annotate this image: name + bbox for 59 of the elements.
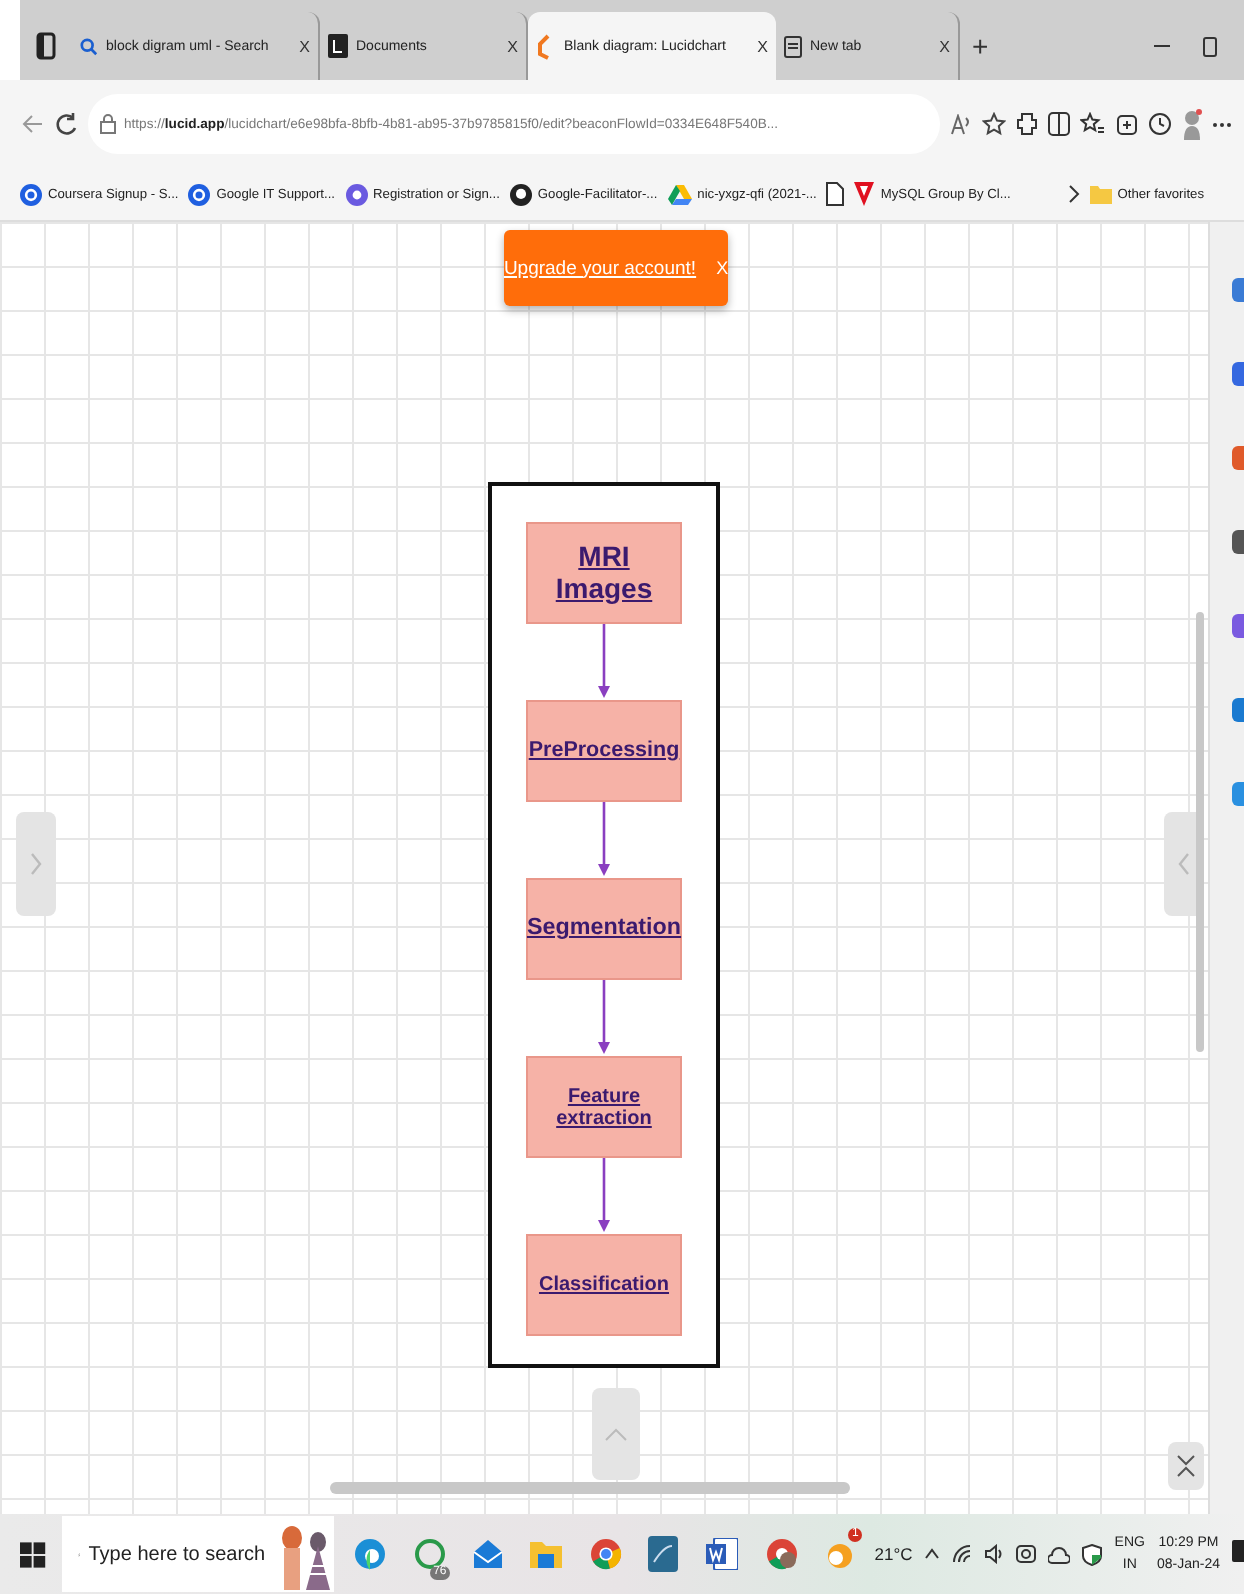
shield-icon[interactable] (1082, 1543, 1103, 1565)
fit-button[interactable] (1168, 1442, 1204, 1490)
new-tab-button[interactable]: + (960, 30, 1001, 62)
chevron-right-icon[interactable] (1067, 184, 1080, 204)
sidebar-app-icon[interactable] (1232, 530, 1244, 554)
page-icon (826, 182, 845, 206)
chevron-left-icon (1176, 850, 1192, 878)
sidebar-app-icon[interactable] (1232, 278, 1244, 302)
sidebar-app-icon[interactable] (1232, 362, 1244, 386)
cloud-icon[interactable] (1048, 1545, 1071, 1563)
page-icon (784, 35, 802, 57)
left-panel-handle[interactable] (16, 812, 56, 916)
extensions-icon[interactable] (1016, 112, 1038, 136)
arrow (596, 802, 612, 878)
more-icon[interactable] (1212, 121, 1232, 127)
coursera-icon (20, 183, 42, 205)
coursera-icon (188, 183, 211, 205)
arrow (596, 980, 612, 1056)
collapse-icon (1176, 1454, 1196, 1478)
arrow (596, 624, 612, 700)
process-block[interactable]: PreProcessing (526, 700, 682, 802)
folder-icon (1089, 184, 1112, 204)
tab-actions-icon[interactable] (32, 32, 60, 60)
notification-icon[interactable] (1232, 1540, 1244, 1568)
profile-icon[interactable] (1182, 108, 1202, 140)
refresh-icon[interactable] (54, 111, 78, 137)
split-screen-icon[interactable] (1048, 112, 1070, 136)
sidebar-app-icon[interactable] (1232, 614, 1244, 638)
chevron-right-icon (28, 850, 44, 878)
process-block[interactable]: Feature extraction (526, 1056, 682, 1158)
windows-icon[interactable] (20, 1541, 46, 1567)
sidebar-app-icon[interactable] (1232, 698, 1244, 722)
lock-icon (100, 114, 116, 134)
restore-icon[interactable] (1200, 35, 1220, 57)
arrow (596, 1158, 612, 1234)
wifi-icon[interactable] (952, 1544, 973, 1564)
back-icon[interactable] (20, 112, 44, 136)
process-block[interactable]: MRI Images (526, 522, 682, 624)
speaker-icon[interactable] (984, 1544, 1005, 1564)
github-icon (509, 183, 532, 205)
chevron-up-icon[interactable] (924, 1548, 941, 1560)
sidebar-app-icon[interactable] (1232, 782, 1244, 806)
site-icon (345, 183, 368, 205)
bottom-panel-handle[interactable] (592, 1388, 640, 1480)
taskbar-search-field[interactable]: Type here to search (61, 1516, 334, 1592)
read-aloud-icon[interactable] (950, 113, 972, 135)
temperature: 21°C (874, 1544, 913, 1564)
drive-icon (667, 183, 692, 205)
bookmark-logo-icon (854, 182, 875, 206)
process-block[interactable]: Segmentation (526, 878, 682, 980)
document-logo-icon (328, 34, 348, 58)
meet-icon[interactable] (1016, 1544, 1037, 1564)
chevron-up-icon (604, 1426, 628, 1442)
collections-icon[interactable] (1114, 112, 1138, 136)
star-icon[interactable] (982, 112, 1006, 136)
sidebar-app-icon[interactable] (1232, 446, 1244, 470)
process-block[interactable]: Classification (526, 1234, 682, 1336)
favorites-icon[interactable] (1080, 112, 1104, 136)
history-icon[interactable] (1148, 112, 1172, 136)
